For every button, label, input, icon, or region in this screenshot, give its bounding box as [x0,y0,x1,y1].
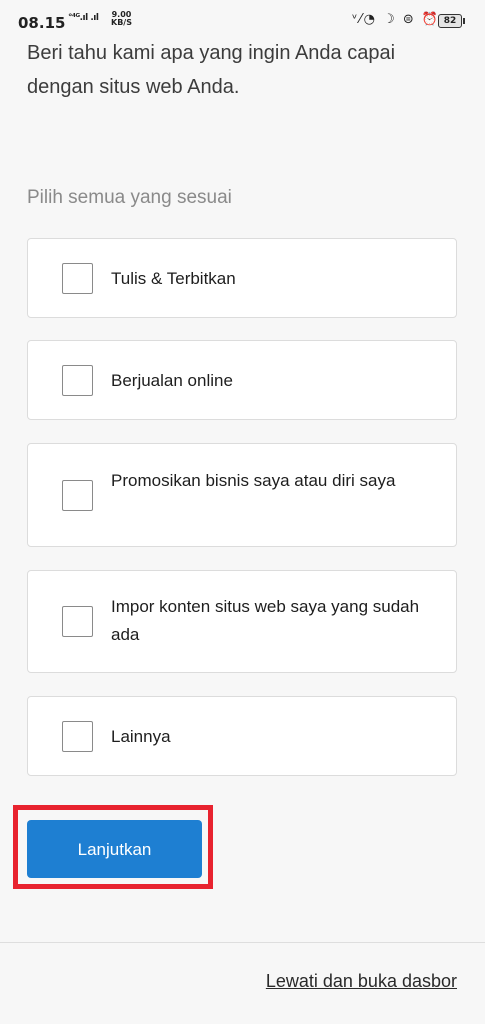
divider [0,942,485,943]
skip-link[interactable]: Lewati dan buka dasbor [266,971,457,992]
checkbox[interactable] [62,365,93,396]
checkbox[interactable] [62,606,93,637]
battery-icon: 82 [438,14,465,28]
status-bar: 08.15 °⁴ᴳ.ıl .ıl 9.00 KB/S ᵛ⁄◔ ☽ ⊜ ⏰ 82 [0,0,485,40]
option-label: Lainnya [111,727,171,746]
option-other[interactable]: Lainnya [27,696,457,776]
network-speed: 9.00 KB/S [111,11,132,27]
network-speed-unit: KB/S [111,18,132,27]
continue-button[interactable]: Lanjutkan [27,820,202,878]
option-label: Impor konten situs web saya yang sudah a… [111,597,420,644]
status-time: 08.15 [18,14,66,32]
option-write-publish[interactable]: Tulis & Terbitkan [27,238,457,318]
checkbox[interactable] [62,721,93,752]
option-promote-business[interactable]: Promosikan bisnis saya atau diri saya [27,443,457,547]
checkbox[interactable] [62,263,93,294]
section-label: Pilih semua yang sesuai [27,187,232,208]
option-sell-online[interactable]: Berjualan online [27,340,457,420]
intro-text: Beri tahu kami apa yang ingin Anda capai… [27,42,396,98]
signal-icon: °⁴ᴳ.ıl .ıl [68,13,99,23]
screen: 08.15 °⁴ᴳ.ıl .ıl 9.00 KB/S ᵛ⁄◔ ☽ ⊜ ⏰ 82 … [0,0,485,1024]
option-label: Promosikan bisnis saya atau diri saya [111,471,396,490]
option-label: Tulis & Terbitkan [111,269,236,288]
option-import-content[interactable]: Impor konten situs web saya yang sudah a… [27,570,457,673]
option-label: Berjualan online [111,371,233,390]
status-icons: ᵛ⁄◔ ☽ ⊜ ⏰ [352,12,441,27]
checkbox[interactable] [62,480,93,511]
